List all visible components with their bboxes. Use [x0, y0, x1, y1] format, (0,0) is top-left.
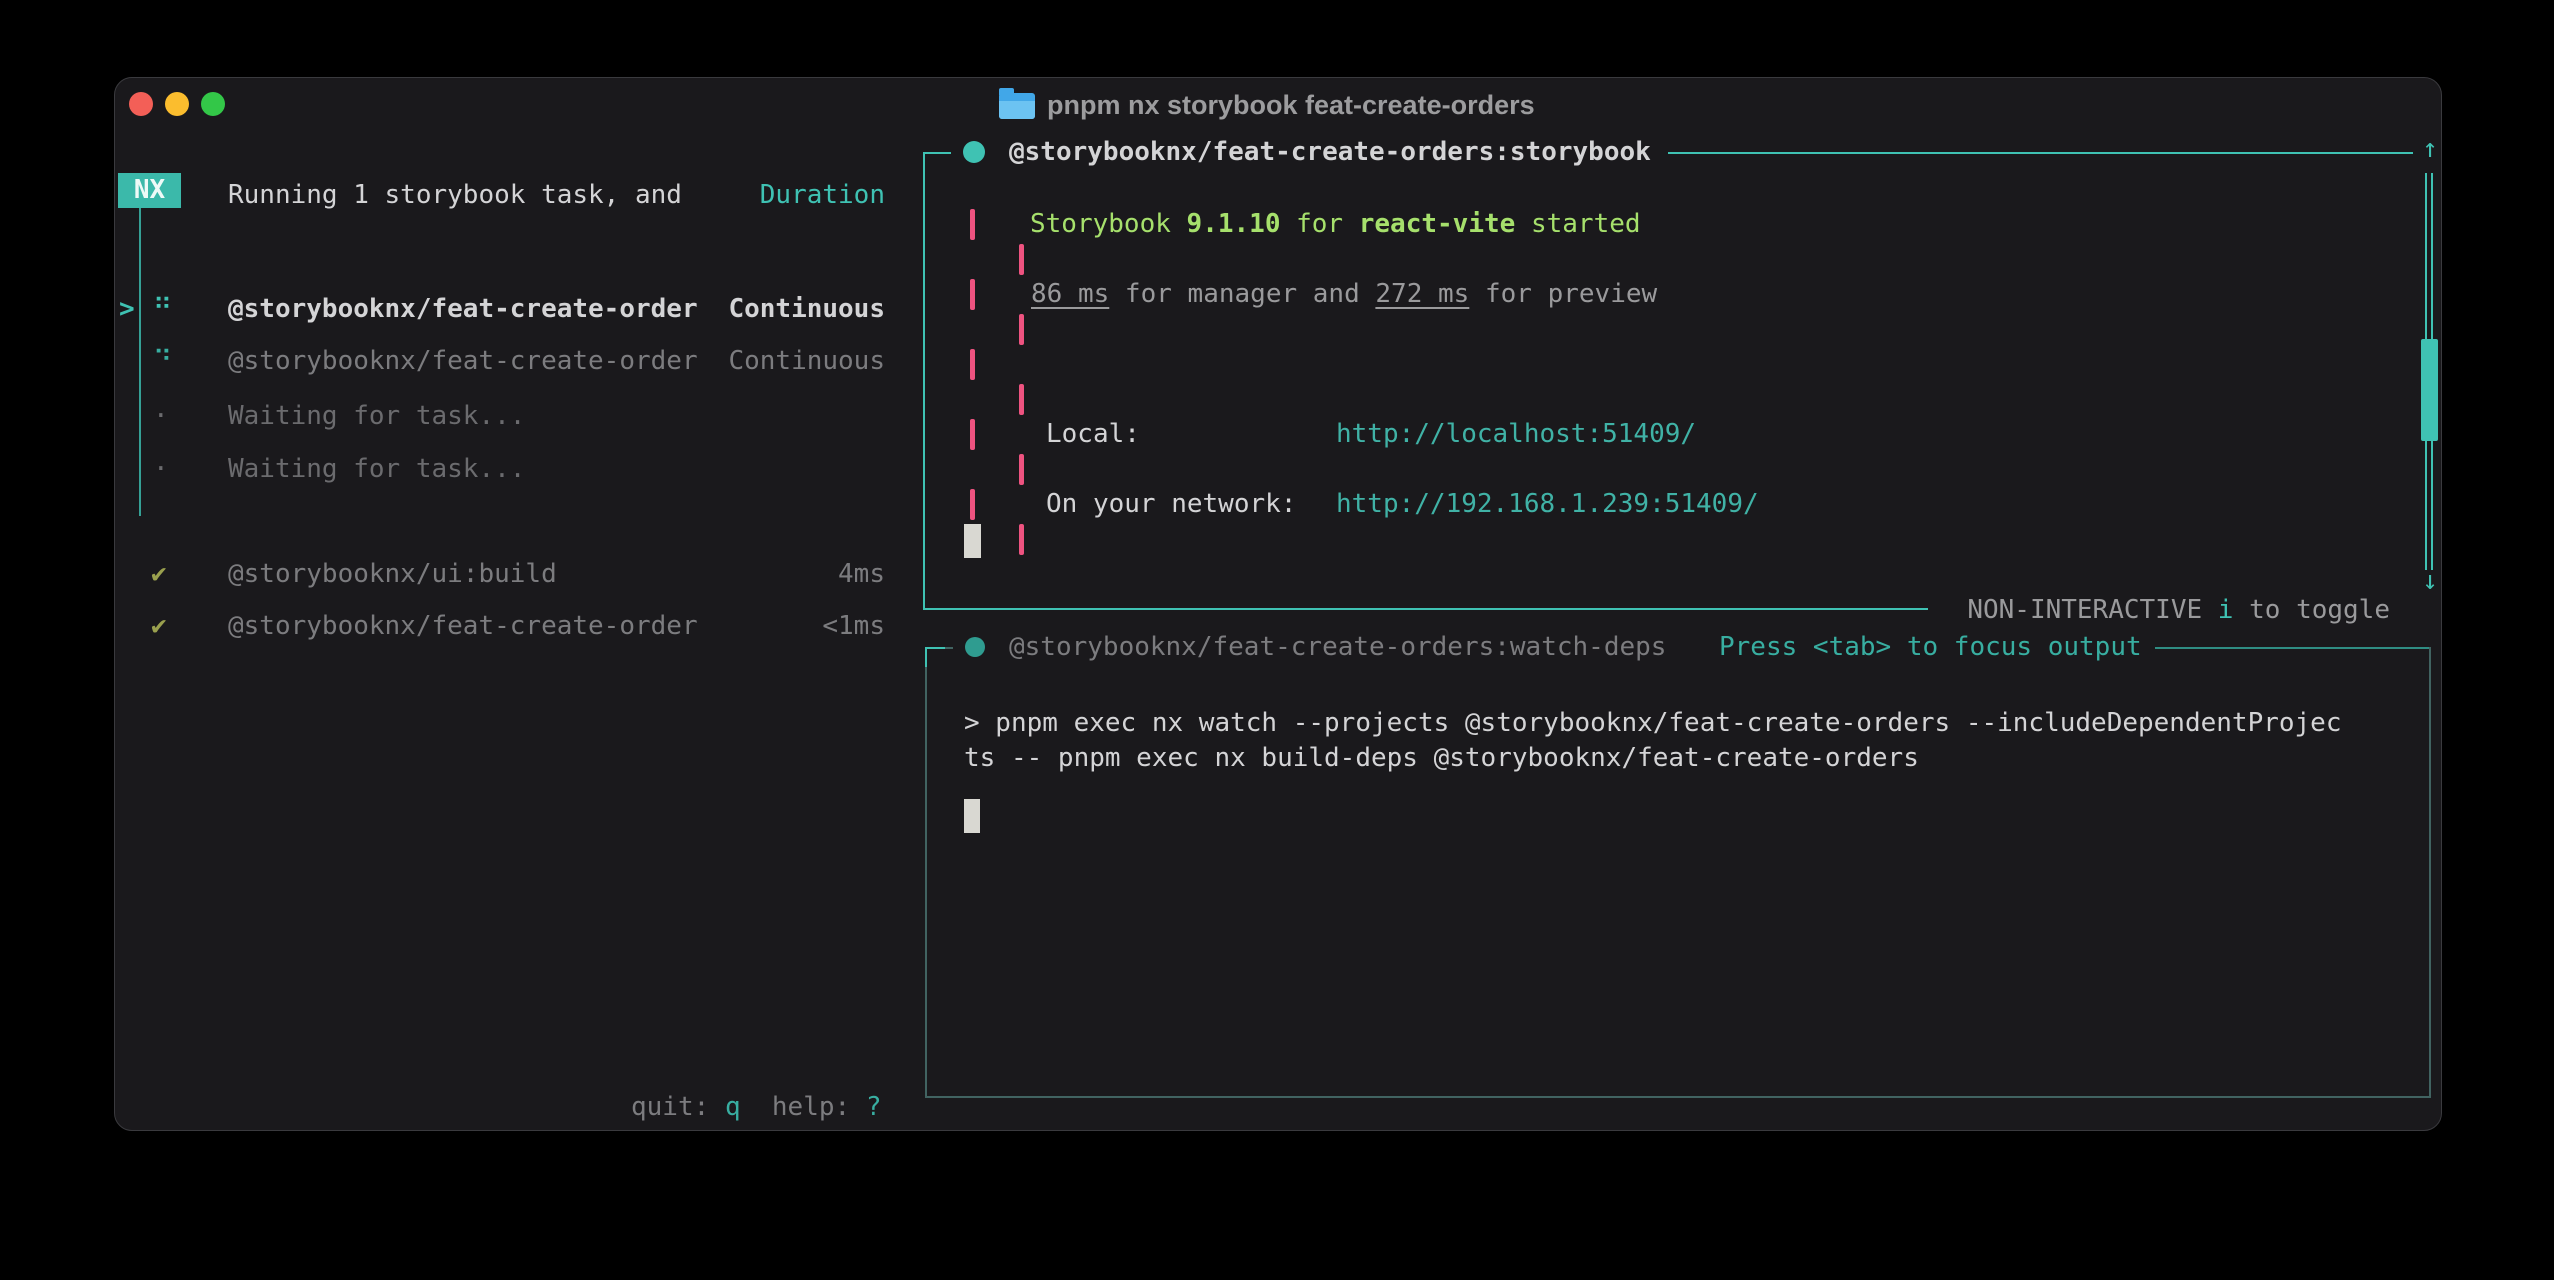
quit-label: quit: [631, 1092, 709, 1122]
zoom-button[interactable] [201, 92, 225, 116]
terminal-cursor [964, 524, 981, 558]
task-row[interactable]: @storybooknx/feat-create-order Continuou… [228, 292, 885, 327]
timing-text: for preview [1469, 279, 1657, 309]
progress-tick [1019, 454, 1024, 485]
storybook-output-panel: @storybooknx/feat-create-orders:storyboo… [923, 152, 2413, 610]
toggle-hint: to toggle [2249, 595, 2390, 625]
storybook-version: 9.1.10 [1187, 209, 1281, 239]
running-status-dot [965, 637, 985, 657]
keybinding-footer: quit: q help: ? [631, 1090, 882, 1125]
network-url-link[interactable]: http://192.168.1.239:51409/ [1336, 487, 1759, 522]
preview-time: 272 ms [1375, 279, 1469, 309]
completed-task-row[interactable]: @storybooknx/feat-create-order <1ms [228, 609, 885, 644]
progress-tick [970, 349, 975, 380]
panel-corner-accent [925, 647, 945, 649]
task-row[interactable]: @storybooknx/feat-create-order Continuou… [228, 344, 885, 379]
task-name: @storybooknx/feat-create-order [228, 344, 698, 379]
panel-border-bottom [923, 608, 1928, 610]
progress-tick [1019, 524, 1024, 555]
storybook-started-line: Storybook 9.1.10 for react-vite started [1030, 207, 1641, 242]
storybook-panel-title: @storybooknx/feat-create-orders:storyboo… [1009, 135, 1651, 170]
bullet-icon: · [153, 399, 169, 434]
nx-logo-badge: NX [118, 173, 181, 208]
spinner-icon: ⠛ [153, 292, 172, 327]
watch-deps-panel: @storybooknx/feat-create-orders:watch-de… [925, 647, 2431, 1098]
focus-output-hint: Press <tab> to focus output [1719, 630, 2142, 665]
selected-task-pointer: > [119, 292, 135, 327]
panel-corner-accent [925, 647, 927, 667]
check-icon: ✔ [151, 609, 167, 644]
task-status: Continuous [728, 344, 885, 379]
task-duration: <1ms [822, 609, 885, 644]
build-timing-line: 86 ms for manager and 272 ms for preview [1031, 277, 1657, 312]
progress-tick [1019, 244, 1024, 275]
panel-border-left [925, 647, 927, 1098]
local-label: Local: [1046, 417, 1140, 452]
waiting-task-label: Waiting for task... [228, 399, 525, 434]
scrollbar-thumb[interactable] [2421, 339, 2438, 441]
scroll-down-arrow-icon[interactable]: ↓ [2415, 564, 2445, 599]
progress-tick [1019, 384, 1024, 415]
watch-panel-title: @storybooknx/feat-create-orders:watch-de… [1009, 630, 1666, 665]
quit-key: q [725, 1092, 741, 1122]
task-list-header: Running 1 storybook task, and Duration [228, 178, 885, 213]
started-text: started [1515, 209, 1640, 239]
progress-tick [970, 209, 975, 240]
help-label: help: [772, 1092, 850, 1122]
toggle-key: i [2218, 595, 2234, 625]
completed-task-row[interactable]: @storybooknx/ui:build 4ms [228, 557, 885, 592]
close-button[interactable] [129, 92, 153, 116]
scroll-up-arrow-icon[interactable]: ↑ [2415, 132, 2445, 167]
network-label: On your network: [1046, 487, 1296, 522]
manager-time: 86 ms [1031, 279, 1109, 309]
duration-column-header: Duration [760, 178, 885, 213]
bullet-icon: · [153, 452, 169, 487]
progress-tick [970, 489, 975, 520]
started-text: Storybook [1030, 209, 1187, 239]
terminal-cursor [964, 799, 980, 833]
window-title: pnpm nx storybook feat-create-orders [1047, 86, 1535, 124]
panel-border-top [2155, 647, 2431, 649]
mode-label: NON-INTERACTIVE [1967, 595, 2202, 625]
progress-tick [970, 279, 975, 310]
local-url-link[interactable]: http://localhost:51409/ [1336, 417, 1696, 452]
builder-name: react-vite [1359, 209, 1516, 239]
task-tree-line [139, 208, 141, 516]
timing-text: for manager and [1109, 279, 1375, 309]
help-key: ? [866, 1092, 882, 1122]
folder-icon [999, 93, 1035, 119]
panel-border-bottom [925, 1096, 2431, 1098]
task-name: @storybooknx/feat-create-order [228, 292, 698, 327]
task-status: Continuous [728, 292, 885, 327]
progress-tick [970, 419, 975, 450]
command-line: > pnpm exec nx watch --projects @storybo… [964, 706, 2342, 741]
titlebar[interactable]: pnpm nx storybook feat-create-orders [115, 78, 2443, 136]
panel-border-right [2429, 647, 2431, 1098]
check-icon: ✔ [151, 557, 167, 592]
started-text: for [1280, 209, 1358, 239]
task-name: @storybooknx/feat-create-order [228, 609, 698, 644]
waiting-task-label: Waiting for task... [228, 452, 525, 487]
minimize-button[interactable] [165, 92, 189, 116]
panel-border-left [923, 152, 925, 610]
running-status-dot [963, 141, 985, 163]
terminal-window: pnpm nx storybook feat-create-orders NX … [114, 77, 2442, 1131]
progress-tick [1019, 314, 1024, 345]
task-list-summary: Running 1 storybook task, and [228, 178, 682, 213]
spinner-icon: ⠙ [153, 344, 172, 379]
task-duration: 4ms [838, 557, 885, 592]
command-line: ts -- pnpm exec nx build-deps @storybook… [964, 741, 1919, 776]
panel-border-top [1668, 152, 2413, 154]
interactive-mode-status: NON-INTERACTIVE i to toggle [1923, 593, 2390, 628]
task-name: @storybooknx/ui:build [228, 557, 557, 592]
panel-border-top [923, 152, 951, 154]
